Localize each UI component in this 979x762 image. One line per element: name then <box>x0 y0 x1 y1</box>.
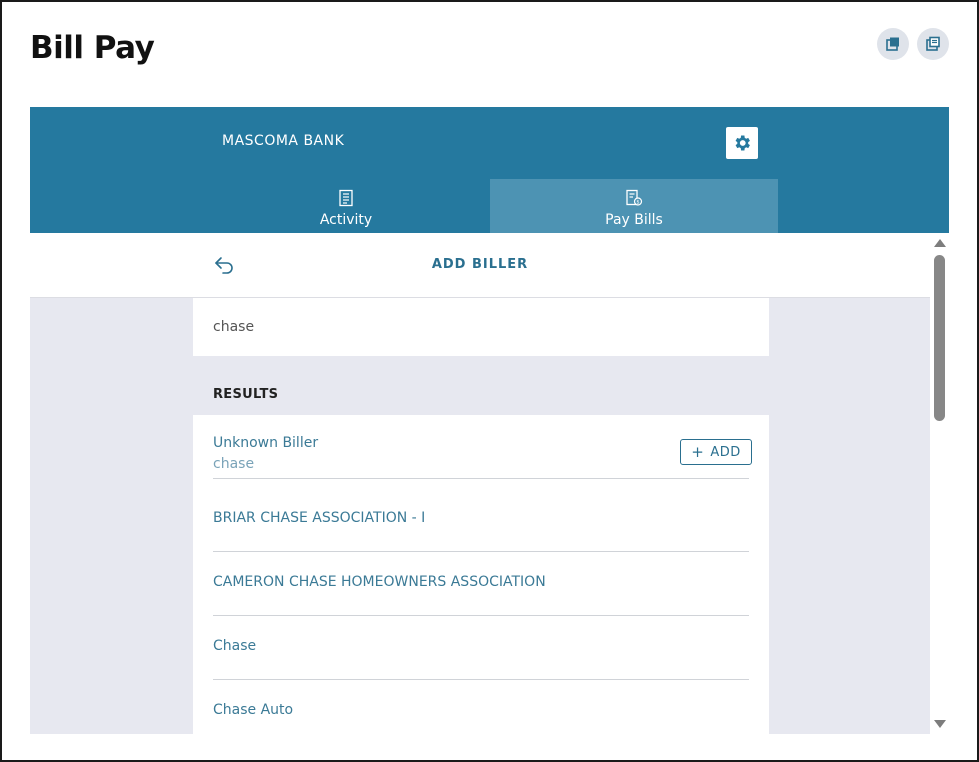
settings-button[interactable] <box>726 127 758 159</box>
scroll-thumb[interactable] <box>934 255 945 421</box>
popout-button[interactable] <box>877 28 909 60</box>
svg-text:$: $ <box>636 199 639 205</box>
add-button-label: ADD <box>710 444 741 460</box>
copy-button[interactable] <box>917 28 949 60</box>
list-item[interactable]: Chase <box>213 616 749 680</box>
list-item[interactable]: Unknown Biller chase + ADD <box>213 415 752 479</box>
gear-icon <box>735 135 750 151</box>
scroll-down-arrow-icon[interactable] <box>934 720 946 728</box>
biller-search-box <box>193 298 769 356</box>
tab-bar: Activity $ Pay Bills <box>30 179 949 233</box>
result-subtitle: chase <box>213 456 255 472</box>
tab-activity[interactable]: Activity <box>202 179 490 233</box>
result-name: CAMERON CHASE HOMEOWNERS ASSOCIATION <box>213 574 546 590</box>
result-name: Chase <box>213 638 257 654</box>
tab-pay-bills-label: Pay Bills <box>605 212 663 228</box>
tab-activity-label: Activity <box>319 212 373 228</box>
bill-icon: $ <box>626 189 643 206</box>
add-biller-panel: ADD BILLER RESULTS Unknown Biller chase … <box>30 233 930 734</box>
back-button[interactable] <box>213 255 237 275</box>
result-name: BRIAR CHASE ASSOCIATION - I <box>213 510 426 526</box>
vertical-scrollbar[interactable] <box>930 233 949 734</box>
biller-search-input[interactable] <box>213 312 743 342</box>
bank-header: MASCOMA BANK <box>30 107 949 179</box>
undo-arrow-icon <box>215 257 233 274</box>
popout-icon <box>886 37 899 51</box>
result-name: Unknown Biller <box>213 435 319 451</box>
copy-icon <box>926 36 940 51</box>
list-item[interactable]: BRIAR CHASE ASSOCIATION - I <box>213 488 749 552</box>
plus-icon: + <box>691 443 705 461</box>
result-name: Chase Auto <box>213 702 294 718</box>
add-biller-title: ADD BILLER <box>431 257 529 272</box>
results-list: Unknown Biller chase + ADD BRIAR CHASE A… <box>193 415 769 734</box>
results-label: RESULTS <box>213 387 279 402</box>
page-title: Bill Pay <box>30 30 155 66</box>
add-biller-button[interactable]: + ADD <box>680 439 752 465</box>
list-item[interactable]: CAMERON CHASE HOMEOWNERS ASSOCIATION <box>213 552 749 616</box>
scroll-up-arrow-icon[interactable] <box>934 239 946 247</box>
tab-pay-bills[interactable]: $ Pay Bills <box>490 179 778 233</box>
add-biller-header: ADD BILLER <box>30 233 930 298</box>
document-icon <box>339 189 353 207</box>
list-item[interactable]: Chase Auto <box>213 680 749 734</box>
app-window: Bill Pay MASCOMA BANK Activity $ Pay Bil… <box>0 0 979 762</box>
bank-name: MASCOMA BANK <box>222 133 345 149</box>
bill-pay-widget: MASCOMA BANK Activity $ Pay Bills ADD BI… <box>30 107 949 734</box>
